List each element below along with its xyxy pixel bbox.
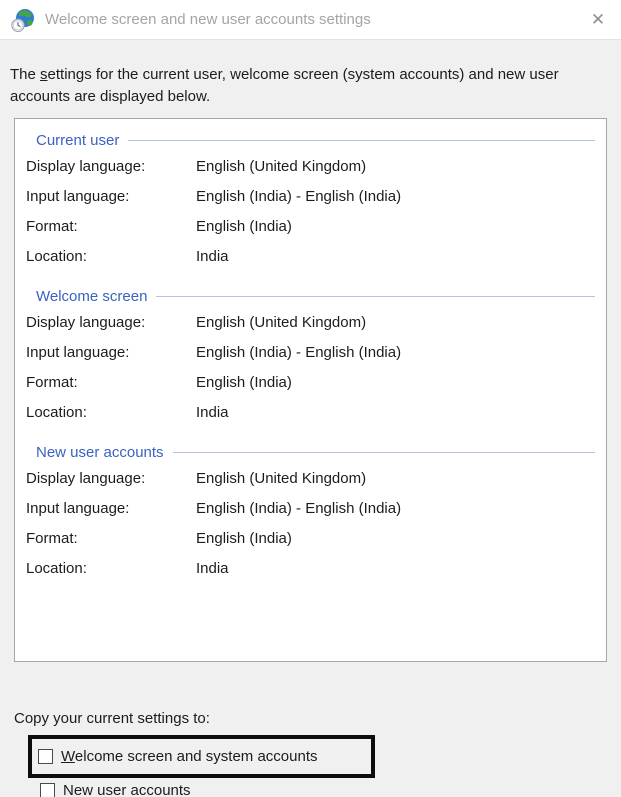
checkbox-label-post: elcome screen and system accounts [75, 748, 318, 765]
row-value: English (India) [196, 530, 292, 547]
copy-settings-label: Copy your current settings to: [14, 710, 210, 727]
row-value: English (India) - English (India) [196, 500, 401, 517]
checkbox-new-user-accounts-box[interactable] [40, 783, 55, 797]
intro-pre: The [10, 66, 40, 83]
titlebar: Welcome screen and new user accounts set… [0, 0, 621, 40]
heading-divider-line [173, 452, 595, 453]
row-value: English (India) - English (India) [196, 344, 401, 361]
row-label: Location: [26, 404, 196, 421]
checkbox-welcome-screen-box[interactable] [38, 749, 53, 764]
checkbox-label: Welcome screen and system accounts [61, 748, 318, 765]
section-heading-new-user-accounts: New user accounts [36, 441, 595, 463]
setting-row: Format: English (India) [26, 367, 606, 397]
checkbox-welcome-screen-and-system-accounts[interactable]: Welcome screen and system accounts [38, 748, 318, 765]
row-label: Format: [26, 218, 196, 235]
row-value: English (India) [196, 374, 292, 391]
checkbox-label: New user accounts [63, 782, 191, 797]
checkbox-label-post: New user accounts [63, 782, 191, 797]
row-value: English (United Kingdom) [196, 470, 366, 487]
intro-post: ettings for the current user, welcome sc… [10, 66, 559, 105]
highlight-box: Welcome screen and system accounts [28, 735, 375, 778]
setting-row: Display language: English (United Kingdo… [26, 463, 606, 493]
region-and-language-icon [11, 8, 35, 32]
row-label: Location: [26, 560, 196, 577]
row-value: India [196, 404, 229, 421]
section-heading-label: Welcome screen [36, 288, 147, 305]
row-label: Input language: [26, 500, 196, 517]
row-value: English (India) [196, 218, 292, 235]
row-label: Display language: [26, 158, 196, 175]
row-value: English (United Kingdom) [196, 158, 366, 175]
row-value: India [196, 560, 229, 577]
setting-row: Location: India [26, 553, 606, 583]
checkbox-label-access-key: W [61, 748, 75, 765]
row-label: Location: [26, 248, 196, 265]
section-heading-label: Current user [36, 132, 119, 149]
section-heading-welcome-screen: Welcome screen [36, 285, 595, 307]
row-value: English (United Kingdom) [196, 314, 366, 331]
setting-row: Location: India [26, 241, 606, 271]
section-heading-label: New user accounts [36, 444, 164, 461]
row-value: English (India) - English (India) [196, 188, 401, 205]
setting-row: Format: English (India) [26, 523, 606, 553]
setting-row: Display language: English (United Kingdo… [26, 151, 606, 181]
row-label: Display language: [26, 470, 196, 487]
setting-row: Location: India [26, 397, 606, 427]
setting-row: Input language: English (India) - Englis… [26, 493, 606, 523]
window-title: Welcome screen and new user accounts set… [45, 11, 371, 28]
setting-row: Input language: English (India) - Englis… [26, 337, 606, 367]
settings-groupbox: Current user Display language: English (… [14, 118, 607, 662]
row-label: Format: [26, 530, 196, 547]
row-value: India [196, 248, 229, 265]
heading-divider-line [156, 296, 595, 297]
setting-row: Format: English (India) [26, 211, 606, 241]
close-icon[interactable]: ✕ [575, 0, 621, 40]
setting-row: Display language: English (United Kingdo… [26, 307, 606, 337]
row-label: Display language: [26, 314, 196, 331]
section-heading-current-user: Current user [36, 129, 595, 151]
setting-row: Input language: English (India) - Englis… [26, 181, 606, 211]
intro-access-key: s [40, 66, 48, 83]
checkbox-new-user-accounts[interactable]: New user accounts [40, 782, 191, 797]
intro-text: The settings for the current user, welco… [10, 64, 603, 108]
row-label: Format: [26, 374, 196, 391]
row-label: Input language: [26, 344, 196, 361]
row-label: Input language: [26, 188, 196, 205]
heading-divider-line [128, 140, 595, 141]
